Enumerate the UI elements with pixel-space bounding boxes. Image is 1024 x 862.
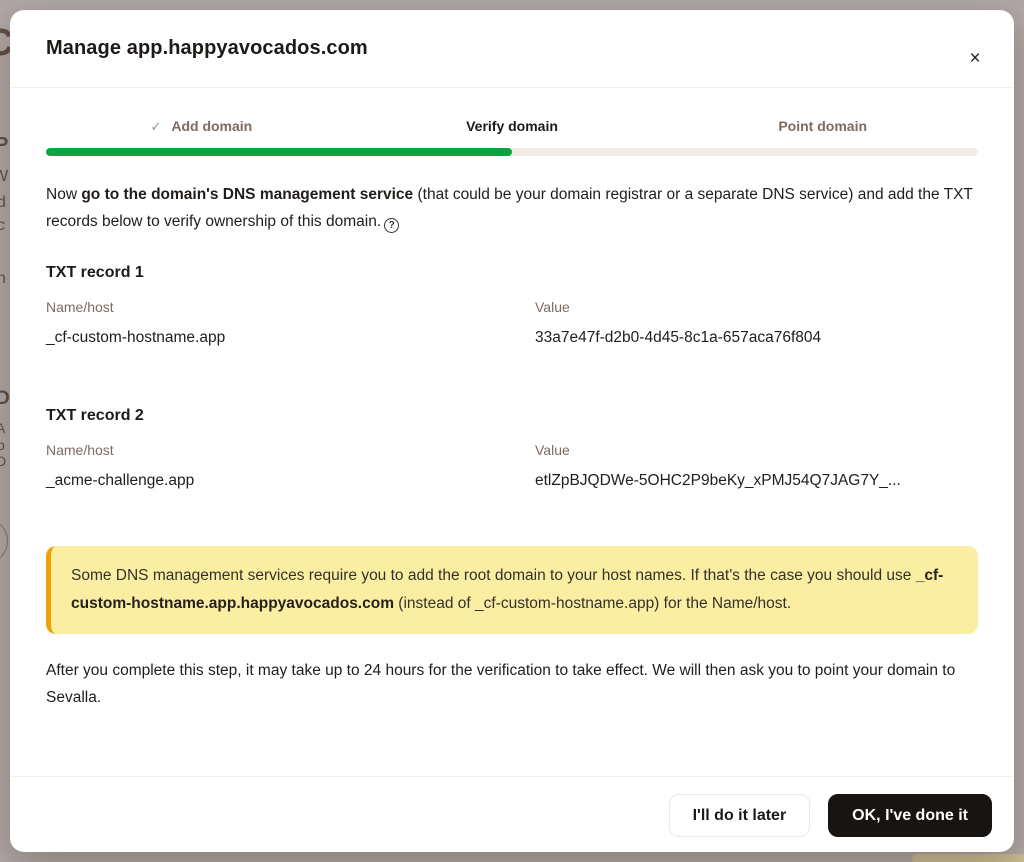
name-host-value: _cf-custom-hostname.app (46, 329, 535, 347)
step-label: Verify domain (466, 118, 558, 134)
background-text-fragment: P (0, 134, 8, 157)
background-text-fragment: D (0, 388, 10, 410)
progress-bar-fill (46, 148, 512, 156)
dialog-body: ✓ Add domain Verify domain Point domain N… (10, 88, 1014, 776)
background-text-fragment: d (0, 194, 6, 212)
instructions-text: Now (46, 186, 81, 203)
background-text-fragment: A (0, 420, 5, 436)
step-add-domain: ✓ Add domain (46, 118, 357, 135)
name-host-value: _acme-challenge.app (46, 472, 535, 490)
record-title: TXT record 2 (46, 407, 978, 425)
dialog-header: Manage app.happyavocados.com × (10, 10, 1014, 88)
value-label: Value (535, 299, 978, 315)
dialog-title: Manage app.happyavocados.com (46, 37, 978, 60)
verify-instructions: Now go to the domain's DNS management se… (46, 181, 978, 235)
notice-text: Some DNS management services require you… (71, 567, 916, 584)
step-label: Add domain (171, 118, 252, 134)
ok-done-button[interactable]: OK, I've done it (828, 794, 992, 837)
step-verify-domain: Verify domain (357, 118, 668, 135)
help-icon[interactable]: ? (384, 218, 399, 233)
instructions-bold-text: go to the domain's DNS management servic… (81, 186, 413, 203)
txt-record-2: TXT record 2 Name/host Value _acme-chall… (46, 407, 978, 490)
checkmark-icon: ✓ (150, 119, 161, 134)
notice-text: (instead of _cf-custom-hostname.app) for… (394, 595, 791, 612)
manage-domain-dialog: Manage app.happyavocados.com × ✓ Add doma… (10, 10, 1014, 852)
record-title: TXT record 1 (46, 264, 978, 282)
domain-setup-stepper: ✓ Add domain Verify domain Point domain (46, 118, 978, 135)
background-text-fragment: D (0, 453, 6, 469)
close-icon[interactable]: × (960, 44, 990, 74)
background-text-fragment: W (0, 168, 8, 186)
dialog-footer: I'll do it later OK, I've done it (10, 776, 1014, 852)
background-circle-fragment (0, 518, 8, 564)
record-value: etlZpBJQDWe-5OHC2P9beKy_xPMJ54Q7JAG7Y_..… (535, 472, 978, 490)
step-point-domain: Point domain (667, 118, 978, 135)
background-text-fragment: c (0, 217, 5, 235)
record-value: 33a7e47f-d2b0-4d45-8c1a-657aca76f804 (535, 329, 978, 347)
step-label: Point domain (778, 118, 867, 134)
value-label: Value (535, 442, 978, 458)
background-button-fragment (912, 854, 1024, 862)
txt-record-1: TXT record 1 Name/host Value _cf-custom-… (46, 264, 978, 347)
progress-bar-track (46, 148, 978, 156)
name-host-label: Name/host (46, 442, 535, 458)
name-host-label: Name/host (46, 299, 535, 315)
do-it-later-button[interactable]: I'll do it later (669, 794, 811, 837)
background-text-fragment: h (0, 270, 6, 288)
verification-time-note: After you complete this step, it may tak… (46, 657, 978, 711)
dns-root-domain-notice: Some DNS management services require you… (46, 546, 978, 634)
background-text-fragment: b (0, 437, 5, 453)
